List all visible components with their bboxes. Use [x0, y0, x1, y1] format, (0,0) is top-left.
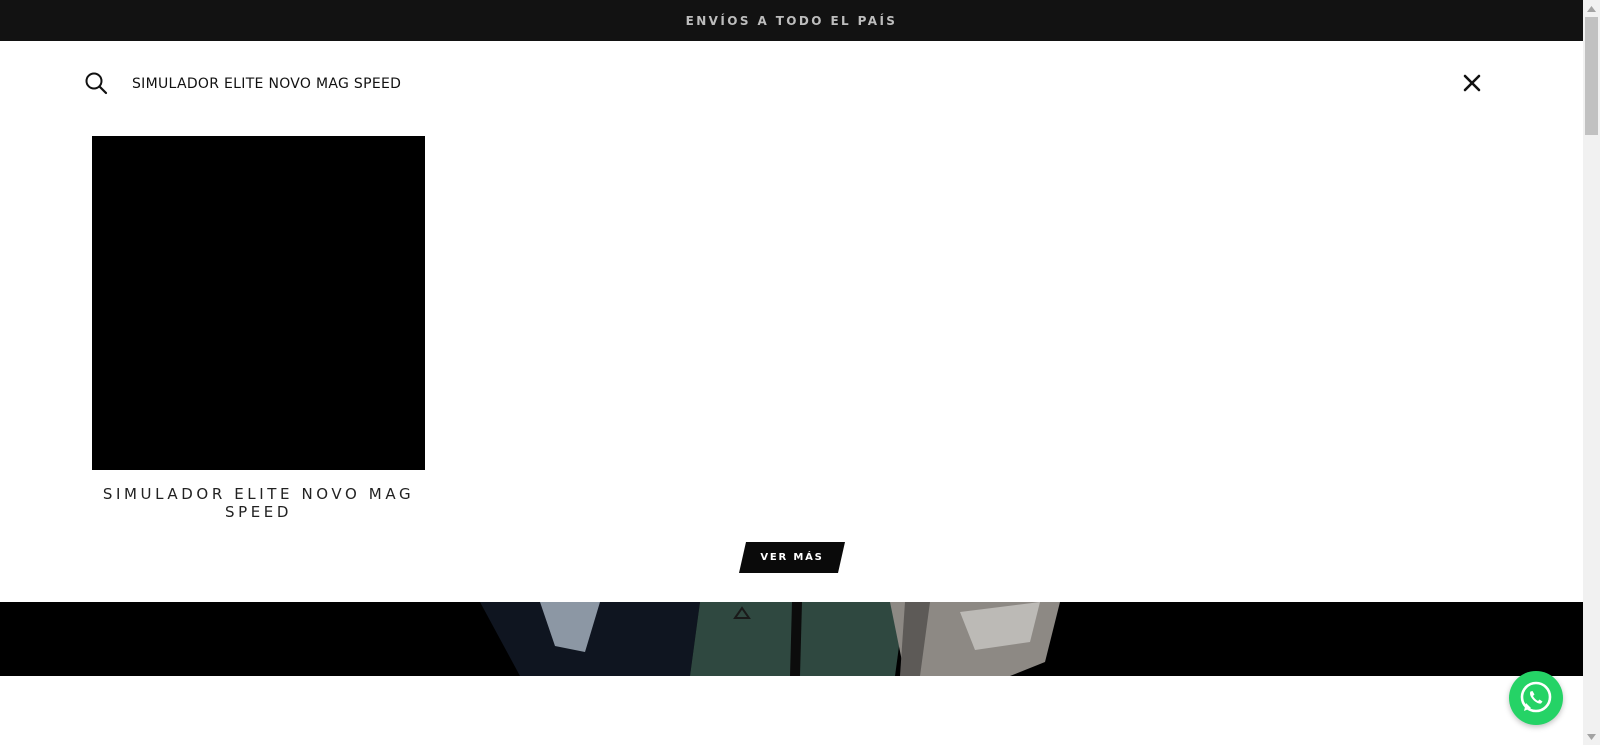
whatsapp-icon — [1520, 681, 1552, 713]
scrollbar[interactable] — [1583, 0, 1600, 745]
product-title[interactable]: SIMULADOR ELITE NOVO MAG SPEED — [92, 485, 425, 521]
announcement-bar: ENVÍOS A TODO EL PAÍS — [0, 0, 1583, 41]
search-result-card[interactable]: SIMULADOR ELITE NOVO MAG SPEED — [92, 136, 426, 541]
hero-banner-image — [0, 602, 1583, 676]
close-icon[interactable] — [1461, 72, 1483, 94]
view-more-label: VER MÁS — [760, 552, 824, 563]
scrollbar-thumb[interactable] — [1585, 17, 1598, 135]
announcement-text: ENVÍOS A TODO EL PAÍS — [685, 13, 898, 28]
view-more-button[interactable]: VER MÁS — [739, 542, 845, 573]
hero-banner — [0, 602, 1583, 676]
page-viewport: ENVÍOS A TODO EL PAÍS SIMULADOR ELITE NO… — [0, 0, 1583, 745]
chevron-down-icon[interactable] — [1583, 728, 1600, 745]
search-icon[interactable] — [84, 71, 108, 95]
search-input[interactable] — [132, 69, 1032, 99]
product-image[interactable] — [92, 136, 425, 470]
chevron-up-icon[interactable] — [1583, 0, 1600, 17]
whatsapp-button[interactable] — [1509, 671, 1563, 725]
search-overlay: SIMULADOR ELITE NOVO MAG SPEED VER MÁS — [0, 41, 1583, 602]
